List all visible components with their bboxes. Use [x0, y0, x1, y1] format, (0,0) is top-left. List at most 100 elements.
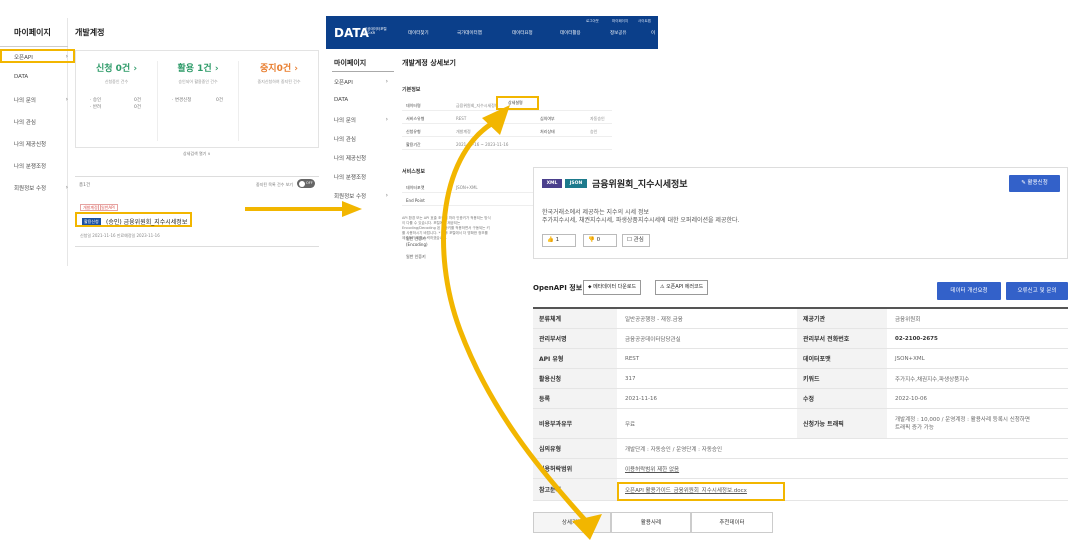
approved-api-item[interactable]: 활용신청 (승인) 금융위원회_지수시세정보	[75, 212, 192, 227]
sidebar-item-label: 나의 관심	[334, 137, 356, 143]
table-row: 참고문서 오픈API 활용가이드_금융위원회_지수시세정보.docx	[533, 479, 1068, 501]
info-label: 데이터명	[406, 103, 421, 108]
tab-recommended-data[interactable]: 추천데이터	[691, 512, 773, 533]
openapi-info-title: OpenAPI 정보	[533, 284, 583, 292]
portal-header: DATA 공공데이터포털 GO.KR 로그아웃 마이페이지 사이트맵 데이터찾기…	[326, 16, 658, 49]
gnb-info-share[interactable]: 정보공유	[610, 30, 627, 36]
metadata-download-button[interactable]: ⬥ 메타데이터 다운로드	[583, 280, 642, 295]
sidebar-item-inquiry[interactable]: 나의 문의 ›	[334, 116, 392, 124]
sidebar-item-label: 오픈API	[14, 55, 33, 61]
table-cell: 개발단계 : 자동승인 / 운영단계 : 자동승인	[625, 446, 723, 453]
error-code-button[interactable]: ⚠ 오픈API 에러코드	[655, 280, 709, 295]
stats-box: 신청 0건 › 신청중인 건수 활용 1건 › 승인되어 활용중인 건수 중지0…	[75, 50, 319, 148]
info-value: REST	[456, 116, 467, 121]
sidebar-item-openapi[interactable]: 오픈API ›	[14, 53, 72, 61]
table-row: 활용신청 317 키워드 주가지수,채권지수,파생상품지수	[533, 369, 1068, 389]
sidebar-item-data[interactable]: DATA	[334, 97, 392, 103]
stat-apply-desc: 신청중인 건수	[104, 79, 129, 84]
sidebar-item-data[interactable]: DATA	[14, 74, 72, 80]
table-header-cell: 데이터포맷	[797, 349, 887, 368]
table-header-cell: 제공기관	[797, 309, 887, 328]
interest-button[interactable]: ☐ 관심	[622, 234, 650, 247]
stopped-list-toggle[interactable]: OFF	[297, 179, 315, 188]
table-cell: 02-2100-2675	[895, 335, 938, 342]
detail-description-button[interactable]: 상세설명	[508, 100, 523, 106]
sidebar: 마이페이지 오픈API › DATA 나의 문의 › 나의 관심 나의 제공신청 나…	[0, 18, 75, 266]
error-report-button[interactable]: 오류신고 및 문의	[1006, 282, 1068, 300]
table-cell: 금융공공데이터담당관실	[625, 336, 681, 343]
info-row: 서비스유형 REST 심의여부 자동승인	[402, 113, 612, 124]
gnb-find-data[interactable]: 데이터찾기	[408, 30, 429, 36]
table-row: 이용허락범위 이용허락범위 제한 없음	[533, 459, 1068, 479]
sidebar-item-interest[interactable]: 나의 관심	[14, 118, 72, 126]
dataset-title: 금융위원회_지수시세정보	[592, 180, 688, 190]
dataset-header: XML JSON 금융위원회_지수시세정보 ✎ 활용신청 한국거래소에서 제공하…	[533, 167, 1068, 259]
sidebar-item-label: 나의 분쟁조정	[334, 175, 367, 181]
stat-stop-count: 중지0건 ›	[260, 64, 298, 74]
sidebar-item-label: 나의 관심	[14, 120, 36, 126]
sidebar-item-account[interactable]: 회원정보 수정 ›	[14, 184, 72, 192]
info-value: 자동승인	[590, 116, 605, 121]
gnb-more[interactable]: 이	[651, 30, 655, 36]
sidebar-item-account[interactable]: 회원정보 수정 ›	[334, 192, 392, 200]
tab-use-cases[interactable]: 활용사례	[611, 512, 691, 533]
sidebar-item-label: DATA	[334, 97, 349, 103]
item-name: (승인) 금융위원회_지수시세정보	[106, 219, 188, 226]
breakdown-value: 0건	[134, 105, 142, 110]
sidebar-item-dispute[interactable]: 나의 분쟁조정	[334, 173, 392, 181]
util-sitemap[interactable]: 사이트맵	[638, 19, 651, 24]
table-cell: 무료	[625, 421, 636, 428]
stat-apply-count: 신청 0건 ›	[95, 64, 138, 74]
item-dates: 신청일 2021-11-16 만료예정일 2023-11-16	[80, 233, 160, 238]
data-improve-request-button[interactable]: 데이터 개선요청	[937, 282, 1001, 300]
sidebar-item-dispute[interactable]: 나의 분쟁조정	[14, 162, 72, 170]
sidebar-item-label: 오픈API	[334, 80, 353, 86]
info-label: 데이터포맷	[406, 185, 425, 190]
breakdown-label: · 변경신청	[172, 98, 192, 103]
util-mypage[interactable]: 마이페이지	[612, 19, 628, 24]
chevron-right-icon: ›	[385, 116, 388, 123]
table-cell: 일반공공행정 - 재정.금융	[625, 316, 683, 323]
gnb-data-use[interactable]: 데이터활용	[560, 30, 581, 36]
sidebar-item-label: 나의 문의	[334, 118, 356, 124]
sidebar-item-label: 회원정보 수정	[334, 194, 367, 200]
toggle-knob	[299, 180, 305, 187]
sidebar-item-provide-request[interactable]: 나의 제공신청	[334, 154, 392, 162]
highlight-guide-document	[617, 482, 785, 501]
stat-apply[interactable]: 신청 0건 › 신청중인 건수	[76, 61, 157, 85]
stat-stop[interactable]: 중지0건 › 중지신청하여 중지된 건수	[238, 61, 319, 141]
tab-detail-function[interactable]: 상세기능	[533, 512, 611, 533]
sidebar-title: 마이페이지	[14, 28, 51, 37]
toggle-label: 중지된 목록 건수 보기	[256, 182, 293, 187]
table-header-cell: 키워드	[797, 369, 887, 388]
page-title: 개발계정	[75, 28, 105, 37]
gnb-national-data-map[interactable]: 국가데이터맵	[457, 30, 482, 36]
table-cell: JSON+XML	[895, 355, 925, 362]
item-status-tag: 활용신청	[82, 218, 101, 225]
chevron-right-icon: ›	[65, 53, 68, 60]
dislike-button[interactable]: 👎 0	[583, 234, 617, 247]
apply-use-button[interactable]: ✎ 활용신청	[1009, 175, 1060, 192]
info-label: 신청유형	[406, 129, 421, 134]
divider	[75, 176, 319, 177]
license-link[interactable]: 이용허락범위 제한 없음	[617, 459, 1068, 478]
info-label: 처리상태	[540, 129, 555, 134]
table-header-cell: 참고문서	[533, 479, 617, 500]
table-cell: 317	[625, 375, 636, 382]
info-value: 승인	[590, 129, 598, 134]
description-line: 한국거래소에서 제공하는 지수의 시세 정보	[542, 209, 649, 216]
my-page-panel: 마이페이지 오픈API › DATA 나의 문의 › 나의 관심 나의 제공신청 나…	[0, 18, 325, 266]
like-button[interactable]: 👍 1	[542, 234, 576, 247]
sidebar-item-interest[interactable]: 나의 관심	[334, 135, 392, 143]
sidebar-item-inquiry[interactable]: 나의 문의 ›	[14, 96, 72, 104]
sidebar-item-openapi[interactable]: 오픈API ›	[334, 78, 392, 86]
table-row: 비용부과유무 무료 신청가능 트래픽 개발계정 : 10,000 / 운영계정 …	[533, 409, 1068, 439]
detail-search-toggle[interactable]: 상세검색 열기 ∨	[183, 151, 211, 157]
util-logout[interactable]: 로그아웃	[586, 19, 599, 24]
stat-apply-breakdown: · 승인 · 반려	[90, 97, 101, 111]
table-cell: 개발계정 : 10,000 / 운영계정 : 활용사례 등록시 신청하면 트래픽…	[887, 409, 1068, 438]
sidebar-item-provide-request[interactable]: 나의 제공신청	[14, 140, 72, 148]
gnb-data-request[interactable]: 데이터요청	[512, 30, 533, 36]
table-cell: REST	[625, 355, 640, 362]
stat-use[interactable]: 활용 1건 › 승인되어 활용중인 건수	[157, 61, 238, 141]
